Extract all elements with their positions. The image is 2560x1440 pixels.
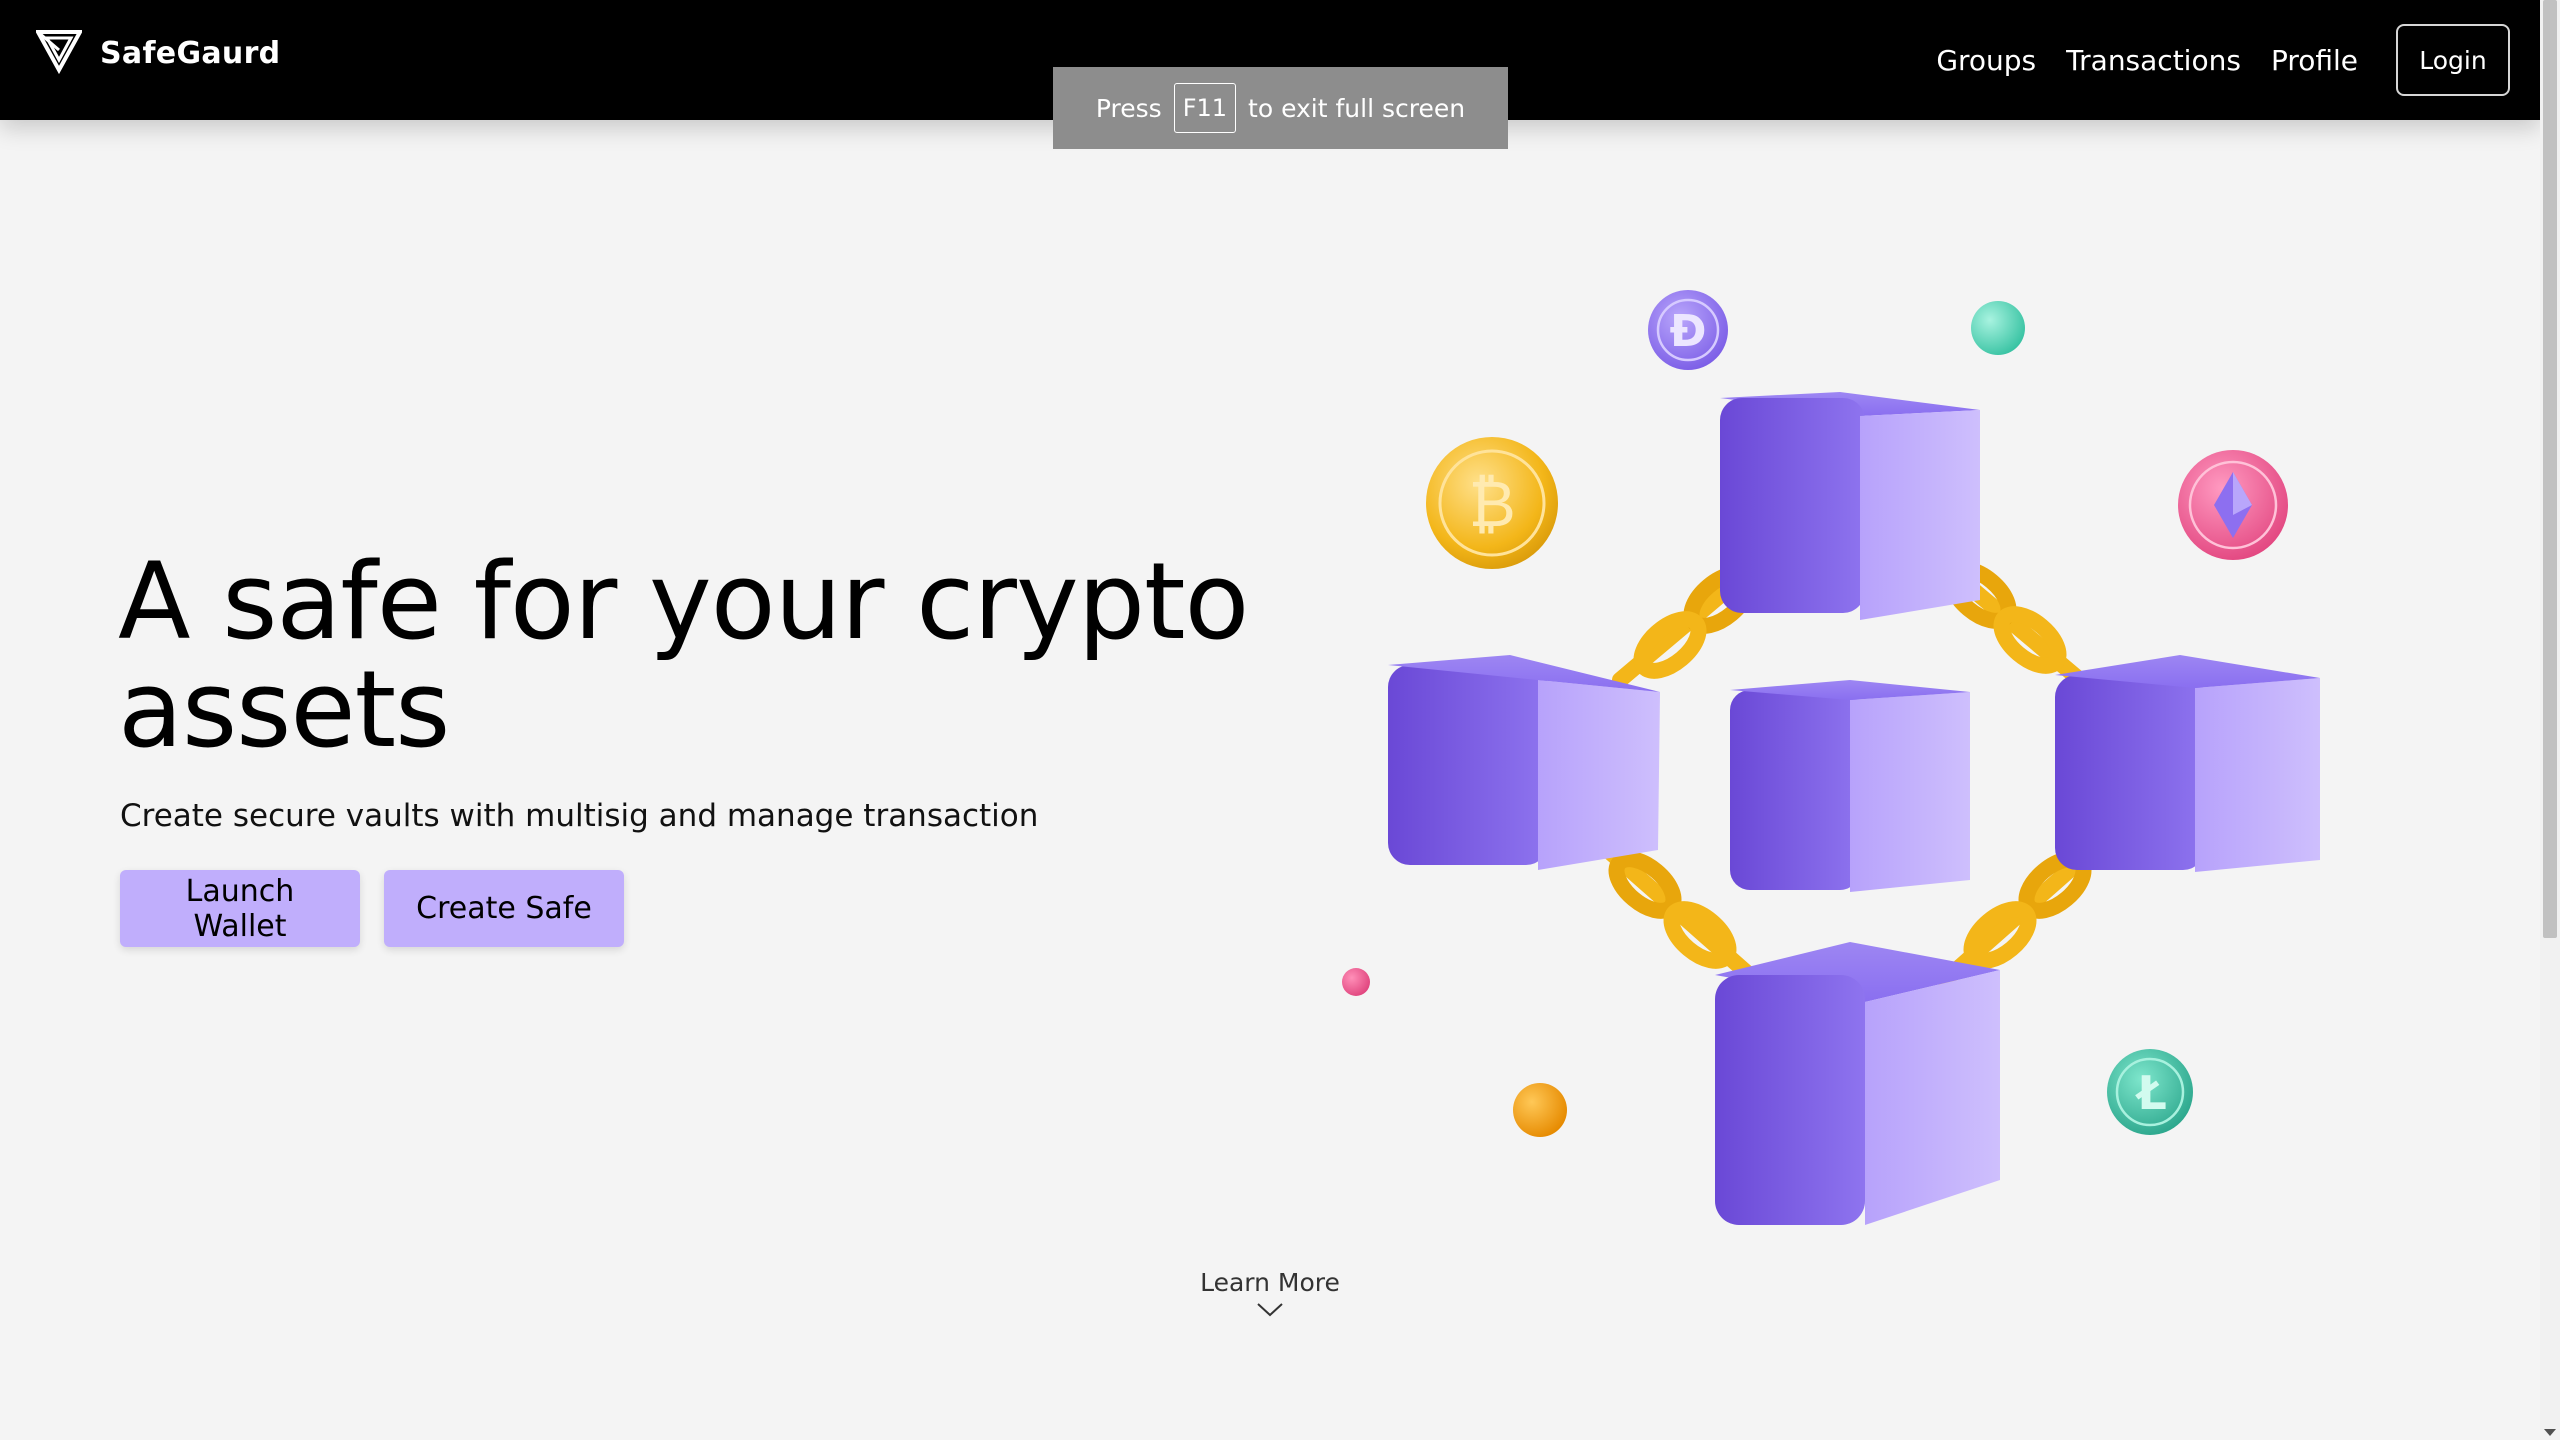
create-safe-button[interactable]: Create Safe (384, 870, 624, 947)
ethereum-coin-icon (2178, 450, 2288, 560)
scrollbar-thumb[interactable] (2543, 0, 2557, 938)
brand[interactable]: SafeGaurd (34, 28, 281, 78)
svg-text:Ł: Ł (2134, 1066, 2167, 1120)
launch-wallet-button[interactable]: Launch Wallet (120, 870, 360, 947)
logo-icon (34, 28, 84, 78)
cube-left (1388, 655, 1660, 870)
bitcoin-coin-icon: ₿ (1426, 437, 1558, 569)
scroll-down-arrow-icon[interactable] (2544, 1429, 2556, 1436)
nav-link-groups[interactable]: Groups (1936, 44, 2036, 77)
teal-ball (1971, 301, 2025, 355)
toast-key: F11 (1173, 83, 1237, 133)
cube-center (1730, 680, 1970, 892)
cube-top (1720, 392, 1980, 620)
fullscreen-toast: Press F11 to exit full screen (1053, 67, 1508, 149)
page-scrollbar[interactable] (2540, 0, 2560, 1440)
orange-ball (1513, 1083, 1567, 1137)
brand-name: SafeGaurd (100, 35, 281, 71)
cube-bottom (1715, 942, 2000, 1225)
nav-link-transactions[interactable]: Transactions (2066, 44, 2241, 77)
toast-press-text: Press (1095, 93, 1162, 123)
svg-text:₿: ₿ (1468, 468, 1515, 542)
blockchain-illustration: ₿ Đ Ł (1320, 260, 2400, 1240)
dogecoin-coin-icon: Đ (1648, 290, 1728, 370)
learn-more-label: Learn More (1200, 1268, 1340, 1297)
cube-right (2055, 655, 2320, 872)
learn-more-link[interactable]: Learn More (1170, 1268, 1370, 1317)
hero-title: A safe for your crypto assets (118, 540, 1249, 771)
hero-buttons: Launch Wallet Create Safe (120, 870, 624, 947)
litecoin-coin-icon: Ł (2107, 1049, 2193, 1135)
hero-subtitle: Create secure vaults with multisig and m… (120, 798, 1039, 834)
toast-rest-text: to exit full screen (1248, 93, 1466, 123)
chevron-down-icon (1257, 1303, 1283, 1317)
svg-text:Đ: Đ (1670, 306, 1707, 357)
login-button[interactable]: Login (2396, 24, 2510, 96)
pink-ball (1342, 968, 1370, 996)
nav-links: Groups Transactions Profile Login (1906, 24, 2510, 96)
nav-link-profile[interactable]: Profile (2271, 44, 2358, 77)
